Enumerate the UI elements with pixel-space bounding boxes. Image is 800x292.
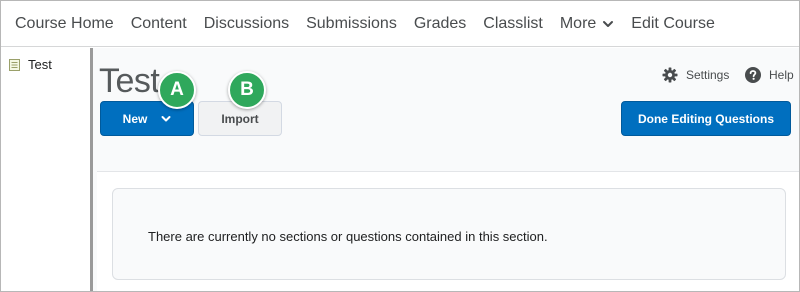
callout-badge-b: B: [228, 71, 266, 109]
help-link[interactable]: Help: [745, 67, 794, 83]
empty-state-message: There are currently no sections or quest…: [148, 229, 548, 244]
app-frame: Course Home Content Discussions Submissi…: [0, 0, 800, 292]
gear-icon: [662, 67, 678, 83]
document-icon: [9, 58, 20, 71]
sidebar-item-test[interactable]: Test: [9, 57, 52, 72]
nav-more-label: More: [559, 14, 597, 32]
nav-classlist[interactable]: Classlist: [483, 15, 543, 33]
help-icon: [745, 67, 761, 83]
settings-link[interactable]: Settings: [662, 67, 729, 83]
new-button-label: New: [122, 111, 148, 126]
nav-more[interactable]: More: [560, 15, 614, 33]
nav-edit-course[interactable]: Edit Course: [631, 15, 715, 33]
main-panel: Test Settings Help New Import Done Editi…: [93, 48, 799, 291]
chevron-down-icon: [603, 20, 614, 27]
nav-content[interactable]: Content: [131, 15, 187, 33]
course-navbar: Course Home Content Discussions Submissi…: [1, 1, 799, 47]
done-editing-questions-button[interactable]: Done Editing Questions: [621, 101, 791, 136]
section-content-area: There are currently no sections or quest…: [97, 171, 799, 291]
page-title: Test: [99, 62, 160, 100]
nav-grades[interactable]: Grades: [414, 15, 466, 33]
help-label: Help: [769, 68, 794, 82]
empty-state-panel: There are currently no sections or quest…: [112, 188, 786, 280]
sidebar: Test: [1, 48, 90, 291]
nav-course-home[interactable]: Course Home: [15, 15, 114, 33]
import-button-label: Import: [221, 111, 259, 126]
settings-label: Settings: [686, 68, 730, 82]
nav-submissions[interactable]: Submissions: [306, 15, 397, 33]
nav-discussions[interactable]: Discussions: [204, 15, 289, 33]
callout-badge-a: A: [158, 71, 196, 109]
chevron-down-icon: [161, 115, 171, 121]
sidebar-item-label: Test: [28, 57, 52, 72]
done-button-label: Done Editing Questions: [637, 111, 774, 126]
